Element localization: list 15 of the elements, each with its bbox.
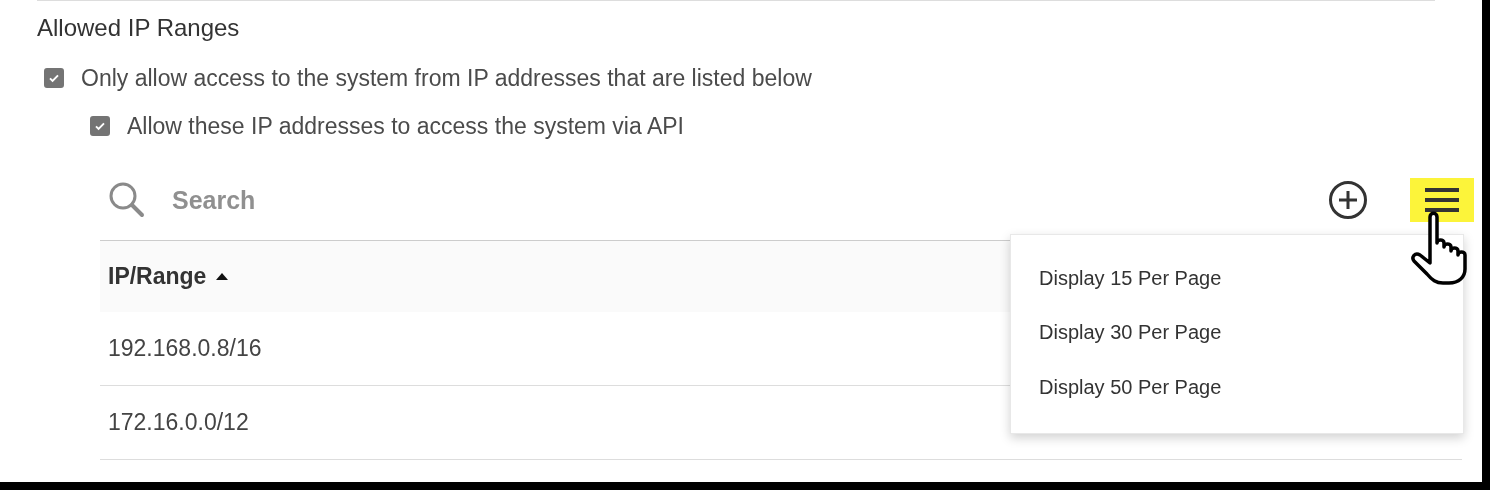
add-icon[interactable] [1328, 180, 1368, 220]
table-cell: 172.16.0.0/12 [108, 409, 249, 436]
search-icon [108, 181, 146, 219]
column-header[interactable]: IP/Range [108, 263, 207, 290]
menu-icon [1424, 187, 1460, 213]
menu-item[interactable]: Display 30 Per Page [1011, 305, 1463, 360]
checkbox-label: Allow these IP addresses to access the system via API [127, 112, 684, 140]
checkbox[interactable] [44, 68, 64, 88]
checkbox-label: Only allow access to the system from IP addresses that are listed below [81, 64, 812, 92]
search-field[interactable]: Search [172, 185, 472, 215]
menu-item[interactable]: Display 50 Per Page [1011, 360, 1463, 415]
table-cell: 192.168.0.8/16 [108, 335, 262, 362]
checkbox[interactable] [90, 116, 110, 136]
menu-button[interactable] [1410, 178, 1474, 222]
section-title: Allowed IP Ranges [37, 14, 241, 42]
